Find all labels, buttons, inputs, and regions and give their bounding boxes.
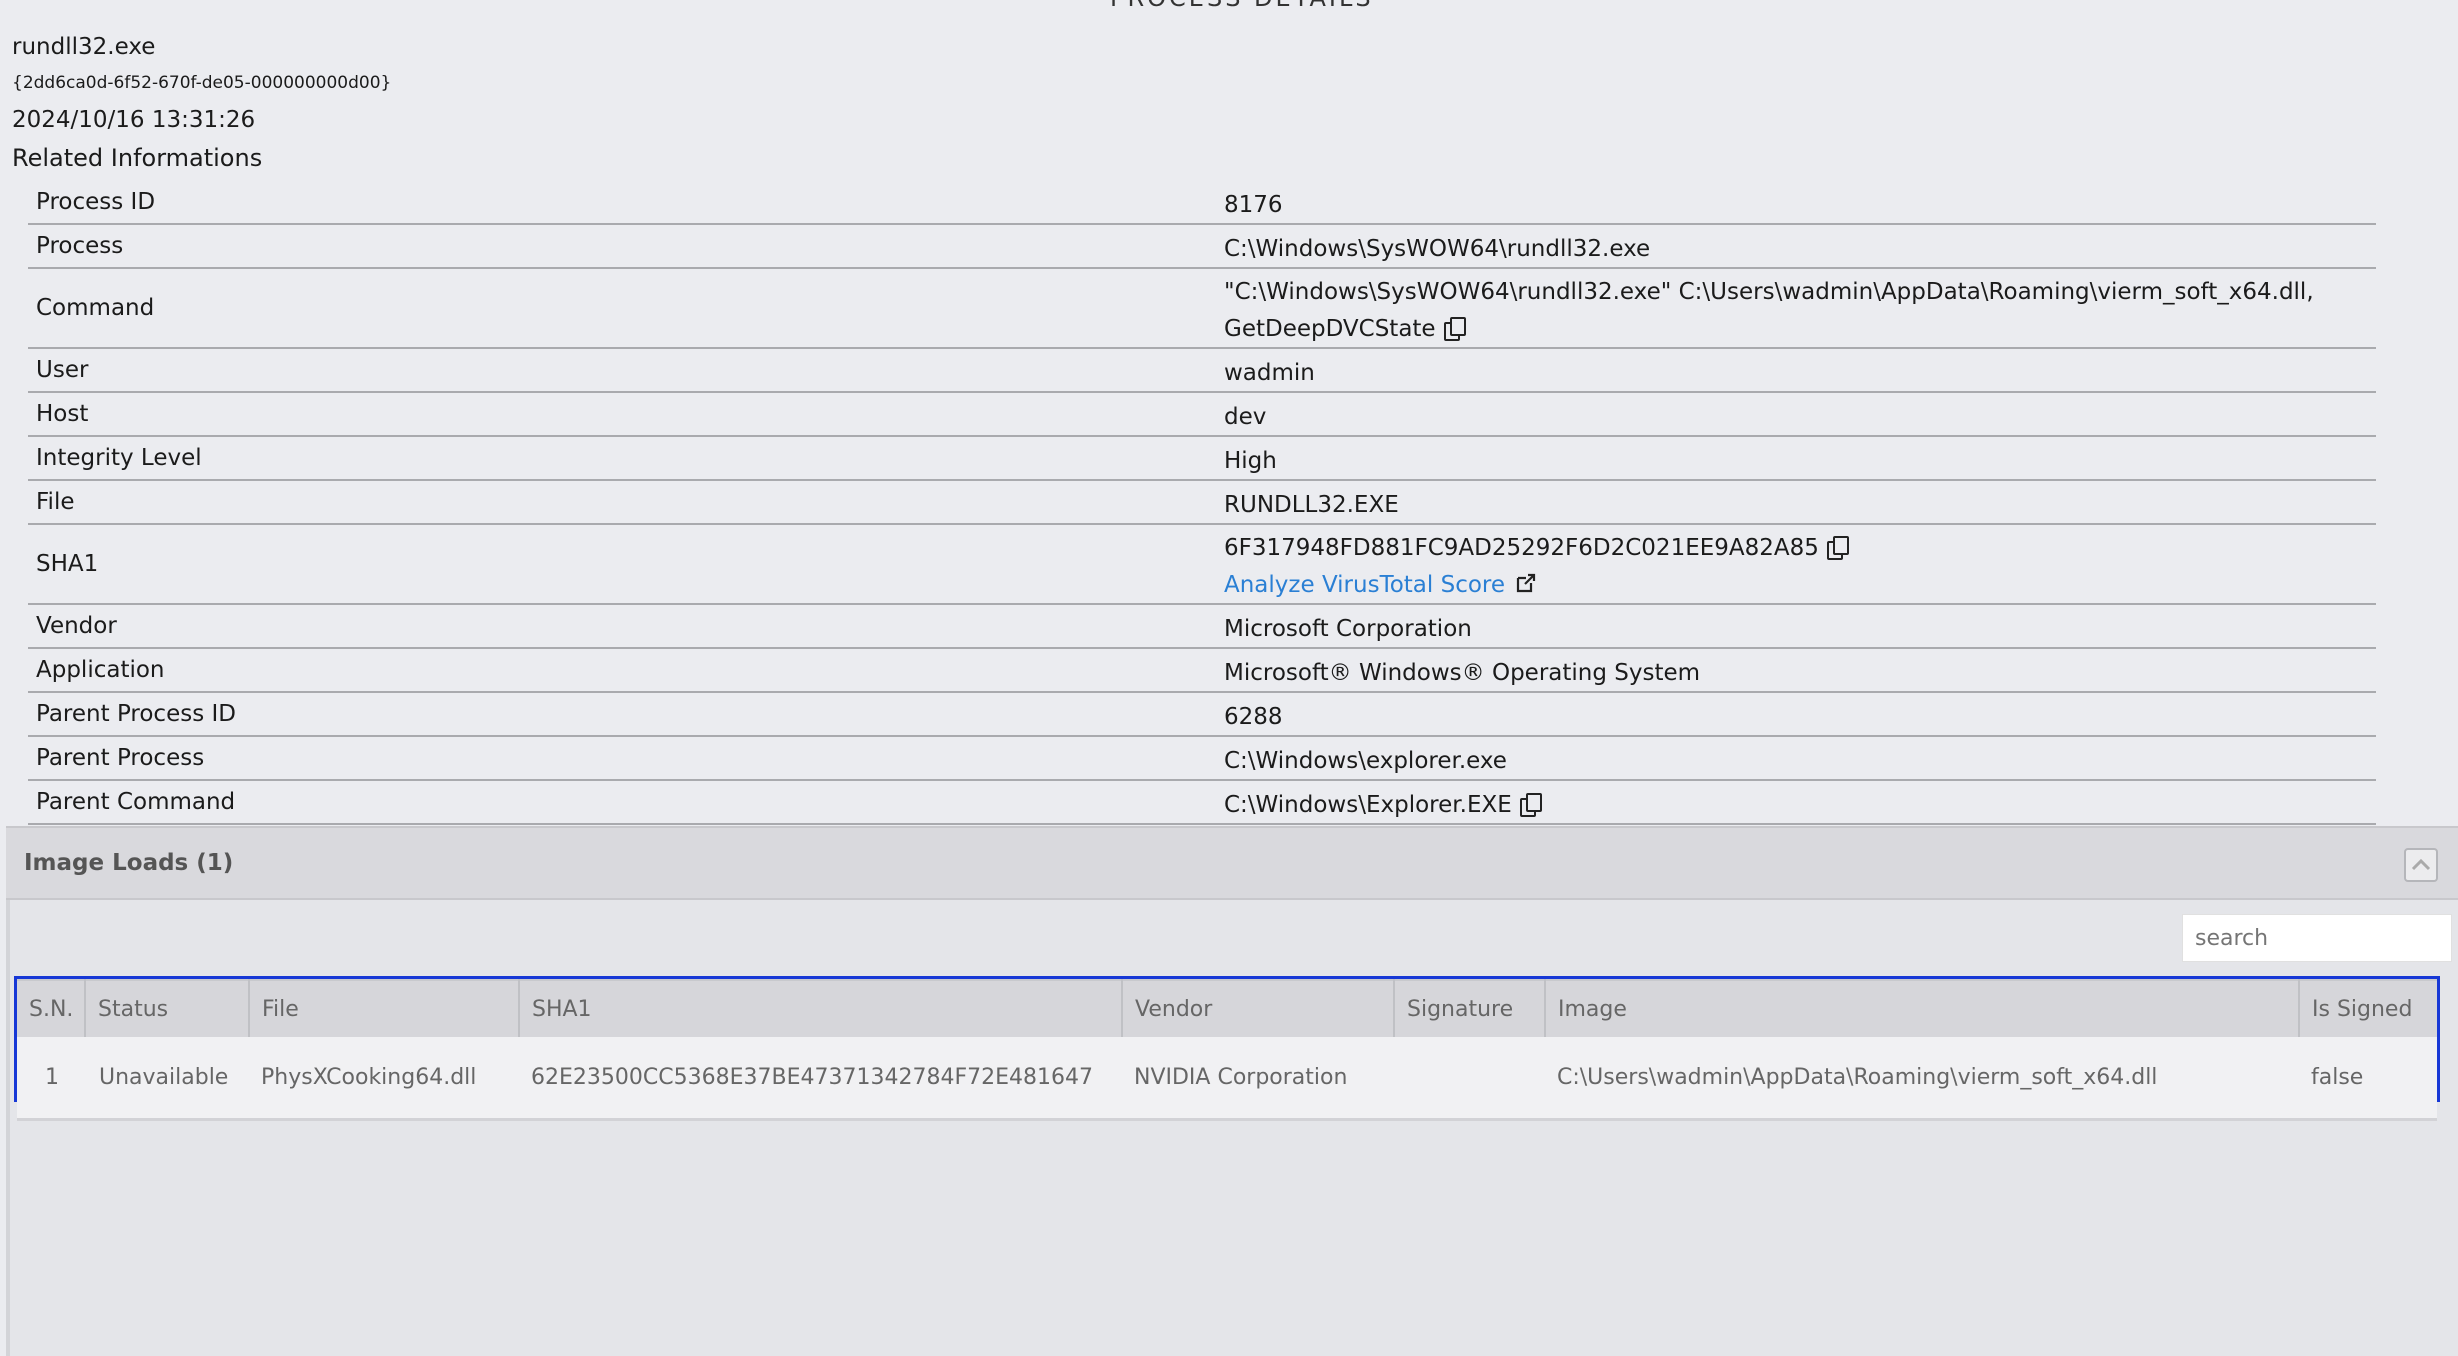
search-input[interactable] xyxy=(2182,914,2452,962)
page-title: PROCESS DETAILS xyxy=(1110,0,1374,12)
panel-edge xyxy=(6,826,10,1356)
info-row-parent-command: Parent Command C:\Windows\Explorer.EXE xyxy=(28,781,2376,825)
info-row-parent-process-id: Parent Process ID 6288 xyxy=(28,693,2376,737)
collapse-button[interactable] xyxy=(2404,848,2438,882)
command-line-2-wrap: GetDeepDVCState xyxy=(1224,311,2376,348)
info-row-vendor: Vendor Microsoft Corporation xyxy=(28,605,2376,649)
process-details-page: PROCESS DETAILS rundll32.exe {2dd6ca0d-6… xyxy=(0,0,2458,1356)
table-header-row: S.N. Status File SHA1 Vendor Signature I… xyxy=(17,979,2437,1037)
info-value: "C:\Windows\SysWOW64\rundll32.exe" C:\Us… xyxy=(1224,269,2376,347)
column-header-file[interactable]: File xyxy=(249,979,520,1037)
image-loads-title: Image Loads (1) xyxy=(24,850,234,876)
info-row-command: Command "C:\Windows\SysWOW64\rundll32.ex… xyxy=(28,269,2376,349)
info-value: High xyxy=(1224,448,1277,474)
cell-vendor: NVIDIA Corporation xyxy=(1122,1037,1394,1121)
info-key: Integrity Level xyxy=(36,445,202,471)
process-header: rundll32.exe {2dd6ca0d-6f52-670f-de05-00… xyxy=(12,30,391,175)
column-header-signature[interactable]: Signature xyxy=(1394,979,1546,1037)
info-row-user: User wadmin xyxy=(28,349,2376,393)
cell-sha1: 62E23500CC5368E37BE47371342784F72E481647 xyxy=(519,1037,1122,1121)
info-row-process: Process C:\Windows\SysWOW64\rundll32.exe xyxy=(28,225,2376,269)
info-key: Parent Command xyxy=(36,789,236,815)
cell-signature xyxy=(1394,1037,1545,1121)
copy-icon[interactable] xyxy=(1443,317,1466,341)
info-value: 6F317948FD881FC9AD25292F6D2C021EE9A82A85… xyxy=(1224,525,2376,603)
info-value: 6288 xyxy=(1224,704,1283,730)
sha1-line: 6F317948FD881FC9AD25292F6D2C021EE9A82A85 xyxy=(1224,530,2376,567)
info-value: Microsoft® Windows® Operating System xyxy=(1224,660,1701,686)
column-header-status[interactable]: Status xyxy=(85,979,250,1037)
info-row-file: File RUNDLL32.EXE xyxy=(28,481,2376,525)
table-row[interactable]: 1 Unavailable PhysXCooking64.dll 62E2350… xyxy=(17,1037,2437,1121)
column-header-sha1[interactable]: SHA1 xyxy=(519,979,1123,1037)
info-key: Command xyxy=(36,295,155,321)
info-value: C:\Windows\explorer.exe xyxy=(1224,748,1507,774)
info-row-sha1: SHA1 6F317948FD881FC9AD25292F6D2C021EE9A… xyxy=(28,525,2376,605)
info-row-process-id: Process ID 8176 xyxy=(28,181,2376,225)
cell-sn: 1 xyxy=(17,1037,85,1121)
related-info-table: Process ID 8176 Process C:\Windows\SysWO… xyxy=(28,181,2376,825)
info-value: dev xyxy=(1224,404,1267,430)
info-row-application: Application Microsoft® Windows® Operatin… xyxy=(28,649,2376,693)
info-value: 8176 xyxy=(1224,192,1283,218)
cell-status: Unavailable xyxy=(85,1037,249,1121)
info-row-integrity-level: Integrity Level High xyxy=(28,437,2376,481)
virustotal-line: Analyze VirusTotal Score xyxy=(1224,567,2376,604)
info-key: Process xyxy=(36,233,124,259)
info-value: Microsoft Corporation xyxy=(1224,616,1472,642)
sha1-value: 6F317948FD881FC9AD25292F6D2C021EE9A82A85 xyxy=(1224,535,1819,561)
process-guid: {2dd6ca0d-6f52-670f-de05-000000000d00} xyxy=(12,73,392,93)
info-key: User xyxy=(36,357,89,383)
cell-is-signed: false xyxy=(2299,1037,2437,1121)
info-row-host: Host dev xyxy=(28,393,2376,437)
info-value: RUNDLL32.EXE xyxy=(1224,492,1399,518)
related-informations-title: Related Informations xyxy=(12,144,263,172)
image-loads-table-wrap: S.N. Status File SHA1 Vendor Signature I… xyxy=(14,976,2440,1121)
image-loads-header[interactable]: Image Loads (1) xyxy=(6,826,2458,900)
info-value: wadmin xyxy=(1224,360,1315,386)
external-link-icon[interactable] xyxy=(1515,569,1537,593)
virustotal-link[interactable]: Analyze VirusTotal Score xyxy=(1224,572,1505,598)
info-value: C:\Windows\SysWOW64\rundll32.exe xyxy=(1224,236,1651,262)
info-value: C:\Windows\Explorer.EXE xyxy=(1224,781,2376,823)
image-loads-table: S.N. Status File SHA1 Vendor Signature I… xyxy=(17,979,2437,1121)
column-header-sn[interactable]: S.N. xyxy=(17,979,86,1037)
process-timestamp: 2024/10/16 13:31:26 xyxy=(12,107,256,133)
command-line-2: GetDeepDVCState xyxy=(1224,316,1436,342)
image-loads-panel: Image Loads (1) S.N. Status File SHA1 Ve… xyxy=(6,826,2458,1356)
copy-icon[interactable] xyxy=(1519,793,1542,817)
copy-icon[interactable] xyxy=(1826,536,1849,560)
chevron-up-icon xyxy=(2411,858,2431,871)
cell-file: PhysXCooking64.dll xyxy=(249,1037,519,1121)
column-header-is-signed[interactable]: Is Signed xyxy=(2299,979,2437,1037)
cell-image: C:\Users\wadmin\AppData\Roaming\vierm_so… xyxy=(1545,1037,2299,1121)
info-key: Application xyxy=(36,657,165,683)
info-key: SHA1 xyxy=(36,551,99,577)
process-name: rundll32.exe xyxy=(12,34,156,60)
info-key: File xyxy=(36,489,75,515)
info-key: Process ID xyxy=(36,189,156,215)
column-header-vendor[interactable]: Vendor xyxy=(1122,979,1395,1037)
command-line-1: "C:\Windows\SysWOW64\rundll32.exe" C:\Us… xyxy=(1224,279,2314,305)
info-key: Parent Process ID xyxy=(36,701,236,727)
info-key: Parent Process xyxy=(36,745,205,771)
column-header-image[interactable]: Image xyxy=(1545,979,2300,1037)
info-key: Host xyxy=(36,401,89,427)
info-key: Vendor xyxy=(36,613,117,639)
info-row-parent-process: Parent Process C:\Windows\explorer.exe xyxy=(28,737,2376,781)
parent-command-value: C:\Windows\Explorer.EXE xyxy=(1224,792,1512,818)
